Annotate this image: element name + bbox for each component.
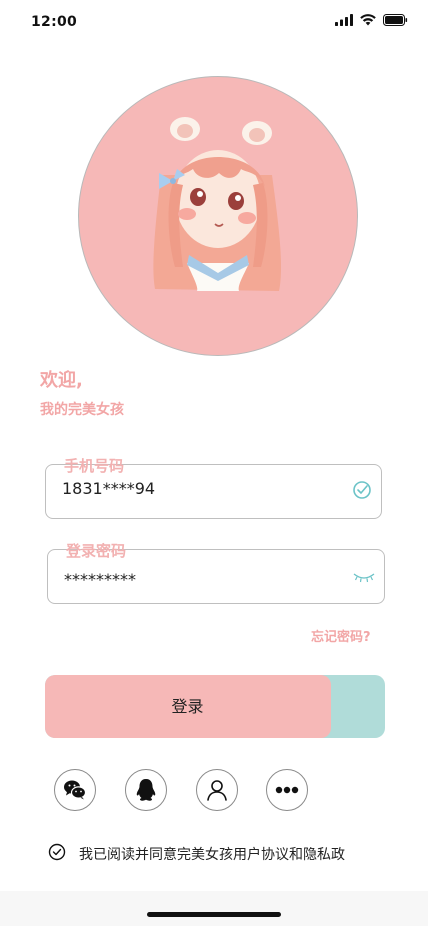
more-login-button[interactable] [266,769,308,811]
avatar [78,76,358,356]
qq-icon [136,779,156,801]
password-input[interactable] [64,570,334,589]
user-icon [207,780,227,801]
agreement-checkbox[interactable] [48,843,66,865]
account-login-button[interactable] [196,769,238,811]
qq-login-button[interactable] [125,769,167,811]
agreement-row[interactable]: 我已阅读并同意完美女孩用户协议和隐私政 [48,843,345,865]
phone-field[interactable]: 手机号码 [45,457,382,519]
eye-closed-icon[interactable] [353,569,375,588]
checkbox-checked-icon [48,843,66,861]
forgot-password-link[interactable]: 忘记密码? [311,626,371,645]
wifi-icon [360,14,376,26]
wechat-login-button[interactable] [54,769,96,811]
battery-icon [383,14,408,26]
password-field-label: 登录密码 [66,542,127,560]
login-button-label: 登录 [171,697,204,716]
login-button[interactable]: 登录 [45,675,385,738]
phone-field-label: 手机号码 [64,457,125,475]
signal-icon [335,14,353,26]
status-icons [335,14,408,26]
welcome-title: 欢迎, [40,370,83,391]
status-time: 12:00 [31,14,78,30]
home-indicator[interactable] [147,912,281,917]
bottom-bar [0,891,428,926]
status-bar: 12:00 [0,0,428,44]
welcome-subtitle: 我的完美女孩 [40,402,124,418]
check-circle-icon [352,480,372,504]
girl-illustration [153,117,282,291]
phone-input[interactable] [62,479,332,498]
more-icon [275,786,299,794]
wechat-icon [64,780,87,800]
agreement-text[interactable]: 我已阅读并同意完美女孩用户协议和隐私政 [79,844,345,864]
password-field[interactable]: 登录密码 [47,542,385,604]
